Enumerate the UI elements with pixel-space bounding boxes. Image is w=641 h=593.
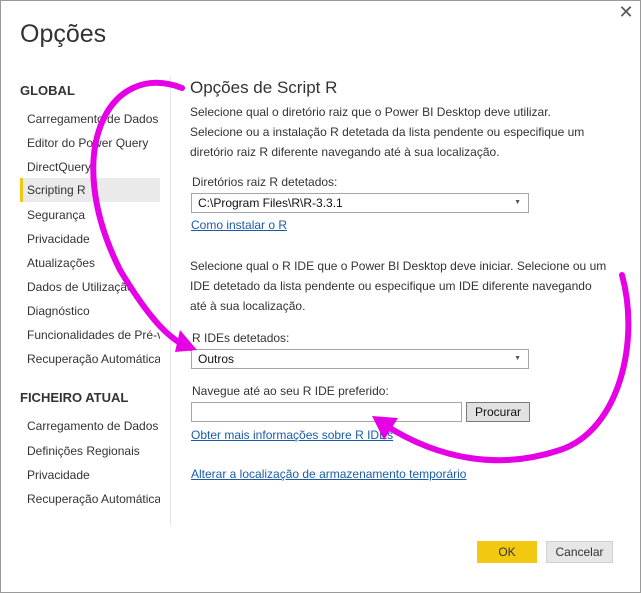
dialog-title: Opções (20, 20, 107, 48)
sidebar-item-regional-settings[interactable]: Definições Regionais (20, 439, 160, 463)
sidebar-item-security[interactable]: Segurança (20, 203, 160, 227)
r-root-dropdown[interactable]: C:\Program Files\R\R-3.3.1 ▼ (191, 193, 529, 213)
ide-description-line: até à sua localização. (190, 299, 306, 313)
sidebar-item-file-privacy[interactable]: Privacidade (20, 463, 160, 487)
r-root-value: C:\Program Files\R\R-3.3.1 (198, 196, 343, 210)
change-temp-storage-link[interactable]: Alterar a localização de armazenamento t… (191, 467, 466, 481)
sidebar-item-power-query-editor[interactable]: Editor do Power Query (20, 131, 160, 155)
global-heading: GLOBAL (20, 83, 75, 98)
sidebar-item-privacy[interactable]: Privacidade (20, 227, 160, 251)
chevron-down-icon: ▼ (514, 199, 521, 206)
root-description-line: Selecione qual o diretório raiz que o Po… (190, 105, 551, 119)
root-dirs-label: Diretórios raiz R detetados: (192, 175, 338, 189)
page-title: Opções de Script R (190, 78, 338, 97)
browse-ide-label: Navegue até ao seu R IDE preferido: (192, 384, 389, 398)
sidebar-item-updates[interactable]: Atualizações (20, 251, 160, 275)
close-icon[interactable]: ✕ (616, 2, 636, 22)
cancel-button[interactable]: Cancelar (546, 541, 613, 563)
chevron-down-icon: ▼ (514, 355, 521, 362)
ok-button[interactable]: OK (477, 541, 537, 563)
sidebar-item-file-data-load[interactable]: Carregamento de Dados (20, 414, 160, 438)
ide-label: R IDEs detetados: (192, 331, 290, 345)
ide-description-line: Selecione qual o R IDE que o Power BI De… (190, 259, 607, 273)
sidebar-item-auto-recovery[interactable]: Recuperação Automática (20, 347, 160, 371)
sidebar-divider (170, 76, 171, 526)
more-info-ide-link[interactable]: Obter mais informações sobre R IDEs (191, 428, 393, 442)
r-ide-value: Outros (198, 352, 235, 366)
sidebar-item-r-scripting[interactable]: Scripting R (20, 178, 160, 202)
sidebar-item-data-load[interactable]: Carregamento de Dados (20, 107, 160, 131)
root-description-line: Selecione ou a instalação R detetada da … (190, 125, 585, 139)
root-description-line: diretório raiz R diferente navegando até… (190, 145, 500, 159)
how-to-install-r-link[interactable]: Como instalar o R (191, 218, 287, 232)
root-description: Selecione qual o diretório raiz que o Po… (190, 102, 610, 162)
sidebar-item-file-auto-recovery[interactable]: Recuperação Automática (20, 487, 160, 511)
ide-path-input[interactable] (191, 402, 462, 422)
ide-description: Selecione qual o R IDE que o Power BI De… (190, 256, 610, 316)
sidebar-item-diagnostics[interactable]: Diagnóstico (20, 299, 160, 323)
sidebar-item-preview-features[interactable]: Funcionalidades de Pré-visualização (20, 323, 160, 347)
sidebar-item-usage-data[interactable]: Dados de Utilização (20, 275, 160, 299)
ide-description-line: IDE detetado da lista pendente ou especi… (190, 279, 592, 293)
browse-button[interactable]: Procurar (466, 402, 530, 422)
current-file-heading: FICHEIRO ATUAL (20, 390, 129, 405)
r-ide-dropdown[interactable]: Outros ▼ (191, 349, 529, 369)
sidebar-item-directquery[interactable]: DirectQuery (20, 155, 160, 179)
